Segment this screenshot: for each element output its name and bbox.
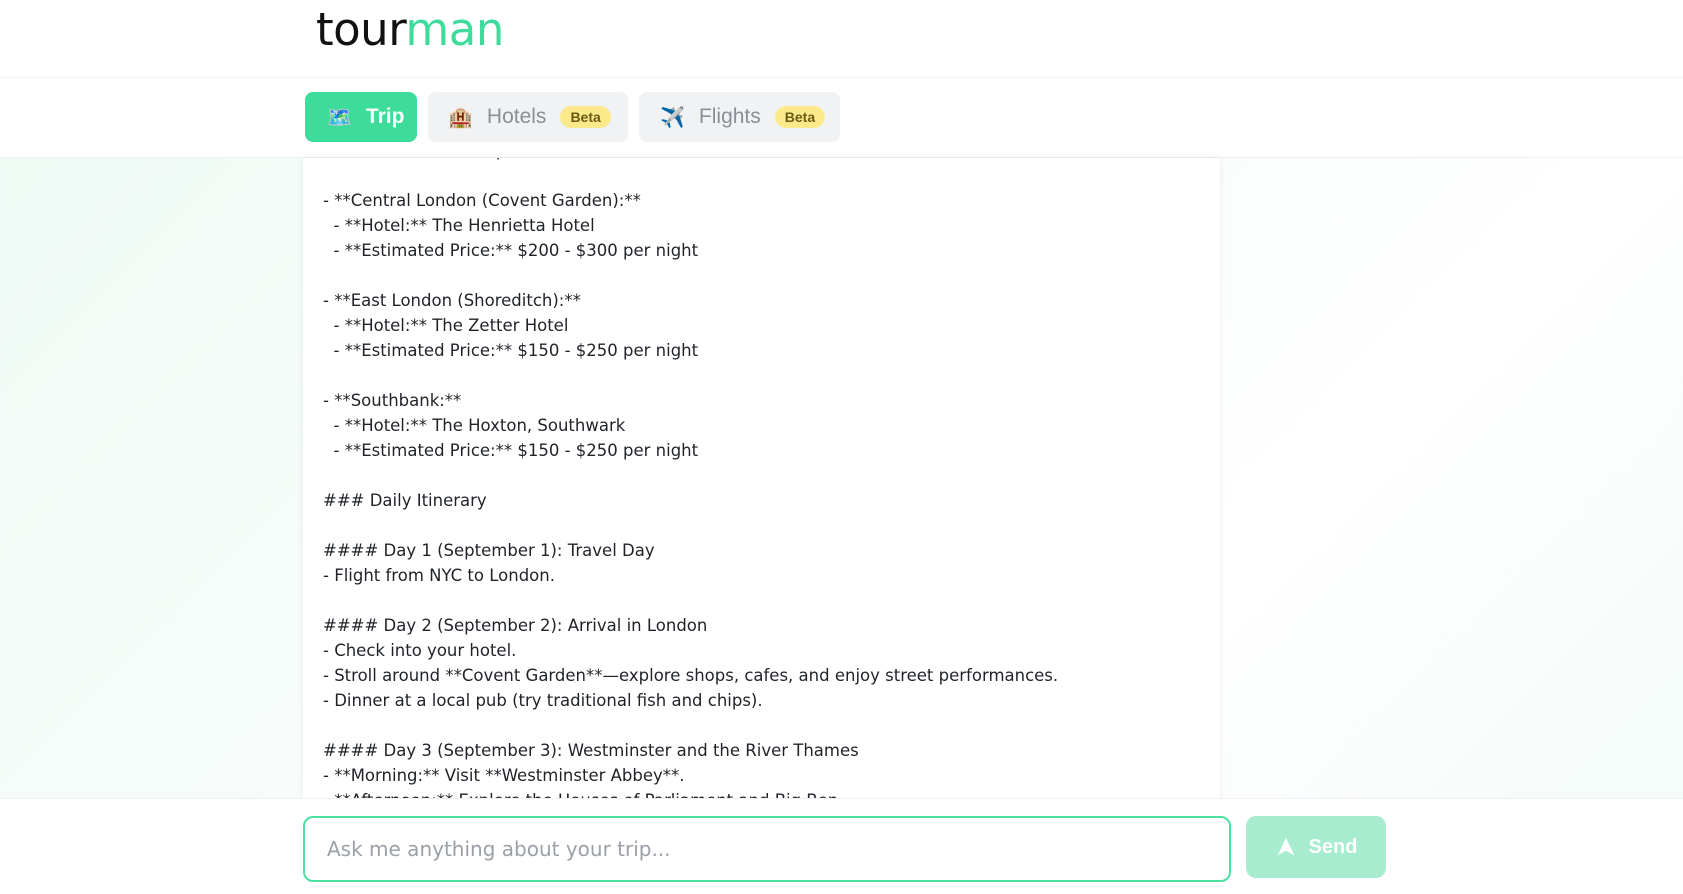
tab-hotels[interactable]: 🏨 Hotels Beta — [428, 92, 628, 142]
itinerary-line: - **Hotel:** The Hoxton, Southwark — [323, 416, 626, 435]
itinerary-line: - **Afternoon:** Explore the Houses of P… — [323, 788, 1203, 798]
itinerary-line: - Flight from NYC to London. — [323, 566, 555, 585]
send-label: Send — [1308, 835, 1358, 858]
itinerary-line: - **Morning:** Visit **Westminster Abbey… — [323, 766, 685, 785]
tab-trip[interactable]: 🗺️ Trip — [305, 92, 417, 142]
tab-trip-label: Trip — [365, 105, 405, 128]
itinerary-line: - **Estimated Price:** $150 - $250 per n… — [323, 441, 699, 460]
itinerary-line: ### Daily Itinerary — [323, 491, 487, 510]
itinerary-line: - Dinner at a local pub (try traditional… — [323, 691, 763, 710]
itinerary-line: - **Central London (Covent Garden):** — [323, 191, 641, 210]
send-button[interactable]: Send — [1246, 816, 1386, 878]
itinerary-line: - Stroll around **Covent Garden**—explor… — [323, 666, 1059, 685]
beta-badge: Beta — [560, 106, 611, 128]
itinerary-line — [323, 713, 1203, 738]
itinerary-line — [323, 463, 1203, 488]
send-icon — [1275, 836, 1297, 858]
itinerary-line — [323, 588, 1203, 613]
itinerary-line: #### Day 3 (September 3): Westminster an… — [323, 741, 859, 760]
chat-bar: Send — [0, 798, 1683, 894]
itinerary-card[interactable]: Accommodation Options- **Central London … — [303, 158, 1220, 798]
itinerary-line: - **Estimated Price:** $150 - $250 per n… — [323, 341, 699, 360]
itinerary-line — [323, 263, 1203, 288]
brand-logo[interactable]: tourman — [316, 2, 504, 57]
beta-badge: Beta — [774, 106, 826, 128]
brand-logo-part2: man — [405, 3, 504, 56]
chat-input[interactable] — [303, 816, 1231, 882]
airplane-icon: ✈️ — [660, 106, 685, 129]
tabs-bar: 🗺️ Trip 🏨 Hotels Beta ✈️ Flights Beta — [0, 78, 1683, 158]
hotel-icon: 🏨 — [448, 106, 473, 129]
tab-hotels-label: Hotels — [486, 105, 547, 128]
itinerary-line — [323, 513, 1203, 538]
itinerary-line — [323, 163, 1203, 188]
itinerary-line — [323, 363, 1203, 388]
tab-flights-label: Flights — [698, 105, 761, 128]
itinerary-line: #### Day 1 (September 1): Travel Day — [323, 541, 655, 560]
brand-logo-part1: tour — [316, 3, 406, 56]
itinerary-line: - **East London (Shoreditch):** — [323, 291, 581, 310]
itinerary-line: #### Day 2 (September 2): Arrival in Lon… — [323, 616, 708, 635]
itinerary-line: - **Hotel:** The Henrietta Hotel — [323, 216, 595, 235]
itinerary-line: - **Estimated Price:** $200 - $300 per n… — [323, 241, 699, 260]
itinerary-line: - **Southbank:** — [323, 391, 462, 410]
itinerary-line: - Check into your hotel. — [323, 641, 517, 660]
itinerary-line: - **Hotel:** The Zetter Hotel — [323, 316, 569, 335]
itinerary-text: Accommodation Options- **Central London … — [323, 158, 1203, 798]
top-header: tourman — [0, 0, 1683, 78]
tab-flights[interactable]: ✈️ Flights Beta — [639, 92, 840, 142]
map-icon: 🗺️ — [327, 106, 352, 129]
